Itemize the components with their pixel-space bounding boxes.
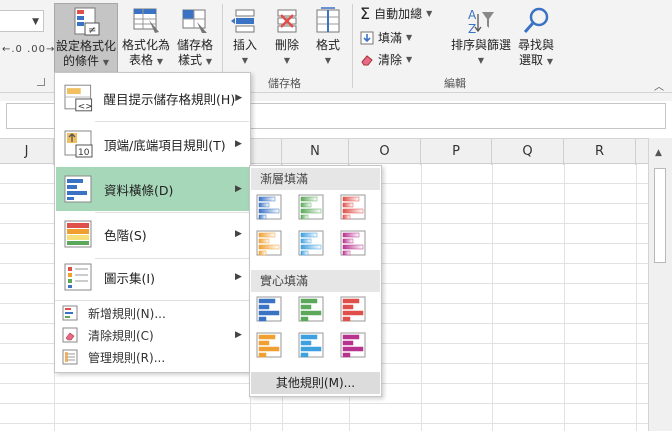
conditional-formatting-menu: <> 醒目提示儲存格規則(H) ▶ 10 頂端/底端項目規則(T) ▶ 資料橫條…	[54, 72, 251, 373]
chevron-down-icon: ▼	[426, 9, 433, 18]
conditional-formatting-button[interactable]: ≠ 設定格式化 的條件 ▼	[54, 3, 118, 73]
data-bars-submenu: 漸層填滿 實心填滿 其他規則(M)...	[249, 165, 382, 397]
solid-fill-header: 實心填滿	[251, 270, 380, 292]
column-header-q[interactable]: Q	[492, 139, 564, 165]
more-rules-button[interactable]: 其他規則(M)...	[251, 372, 380, 394]
data-bars-icon	[64, 175, 92, 203]
solid-orange-data-bar-icon[interactable]	[256, 332, 282, 358]
chevron-right-icon: ▶	[235, 139, 242, 149]
menu-item-manage-rules[interactable]: 管理規則(R)...	[56, 346, 249, 368]
gradient-orange-data-bar-icon[interactable]	[256, 230, 282, 256]
fill-down-icon	[360, 31, 374, 45]
insert-cells-button[interactable]: 插入 ▼	[226, 3, 264, 73]
top-bottom-rules-icon: 10	[64, 130, 93, 158]
manage-rules-icon	[62, 349, 78, 365]
svg-text:10: 10	[78, 148, 90, 158]
magnifier-icon	[523, 7, 549, 33]
format-cells-button[interactable]: 格式 ▼	[310, 3, 346, 73]
svg-text:<>: <>	[78, 102, 93, 112]
gradient-blue-data-bar-icon[interactable]	[256, 194, 282, 220]
group-separator	[352, 4, 353, 88]
fill-button[interactable]: 填滿 ▼	[360, 30, 412, 46]
sort-filter-button[interactable]: A Z 排序與篩選 ▼	[448, 3, 514, 73]
solid-red-data-bar-icon[interactable]	[340, 296, 366, 322]
svg-text:A: A	[468, 8, 477, 22]
column-header-o[interactable]: O	[349, 139, 421, 165]
solid-blue-data-bar-icon[interactable]	[256, 296, 282, 322]
format-as-table-button[interactable]: 格式化為 表格 ▼	[120, 3, 172, 73]
sigma-icon: Σ	[360, 4, 371, 23]
chevron-right-icon: ▶	[235, 272, 242, 282]
gradient-purple-data-bar-icon[interactable]	[340, 230, 366, 256]
menu-item-highlight-cells-rules[interactable]: <> 醒目提示儲存格規則(H) ▶	[56, 77, 249, 119]
conditional-formatting-icon: ≠	[74, 7, 100, 36]
editing-group-label: 編輯	[444, 77, 466, 90]
column-header-r[interactable]: R	[564, 139, 636, 165]
chevron-right-icon: ▶	[235, 93, 243, 103]
icon-sets-icon	[64, 263, 92, 291]
column-header-p[interactable]: P	[421, 139, 492, 165]
collapse-ribbon-icon[interactable]: ︿	[654, 78, 664, 93]
chevron-right-icon: ▶	[235, 229, 242, 239]
clear-button[interactable]: 清除 ▼	[360, 52, 412, 68]
column-header[interactable]	[250, 139, 282, 165]
number-format-dropdown[interactable]: ▼	[0, 10, 44, 32]
cell-styles-icon	[182, 9, 207, 33]
solid-purple-data-bar-icon[interactable]	[340, 332, 366, 358]
gradient-green-data-bar-icon[interactable]	[298, 194, 324, 220]
menu-item-color-scales[interactable]: 色階(S) ▶	[56, 213, 249, 255]
gradient-fill-header: 漸層填滿	[251, 168, 380, 190]
solid-green-data-bar-icon[interactable]	[298, 296, 324, 322]
svg-text:≠: ≠	[88, 25, 96, 36]
column-header-n[interactable]: N	[282, 139, 349, 165]
autosum-button[interactable]: Σ 自動加總 ▼	[360, 6, 432, 22]
format-as-table-icon	[133, 8, 159, 33]
gradient-red-data-bar-icon[interactable]	[340, 194, 366, 220]
menu-item-icon-sets[interactable]: 圖示集(I) ▶	[56, 256, 249, 298]
decimal-buttons[interactable]: ←.0 .00→	[2, 44, 55, 55]
find-select-button[interactable]: 尋找與 選取 ▼	[516, 3, 556, 73]
cells-group-label: 儲存格	[268, 77, 301, 90]
eraser-icon	[361, 55, 373, 66]
cell-styles-button[interactable]: 儲存格 樣式 ▼	[172, 3, 218, 73]
chevron-down-icon: ▼	[406, 55, 413, 64]
chevron-down-icon: ▼	[406, 33, 413, 42]
vertical-scrollbar[interactable]: ▲	[648, 138, 672, 431]
menu-item-new-rule[interactable]: 新增規則(N)...	[56, 302, 249, 324]
chevron-right-icon: ▶	[235, 184, 242, 194]
color-scales-icon	[64, 220, 92, 248]
menu-item-clear-rules[interactable]: 清除規則(C) ▶	[56, 324, 249, 346]
menu-item-data-bars[interactable]: 資料橫條(D) ▶	[56, 167, 249, 211]
svg-text:Z: Z	[468, 22, 476, 36]
sort-filter-icon: A Z	[468, 8, 494, 36]
format-cells-icon	[316, 7, 340, 33]
chevron-down-icon: ▼	[32, 17, 39, 27]
number-group-launcher-icon[interactable]	[37, 78, 45, 86]
column-header-j[interactable]: J	[0, 139, 54, 165]
delete-cells-icon	[277, 9, 297, 33]
highlight-cells-icon: <>	[64, 84, 93, 112]
new-rule-icon	[62, 305, 78, 321]
insert-cells-icon	[231, 9, 255, 33]
delete-cells-button[interactable]: 刪除 ▼	[268, 3, 306, 73]
gradient-light-blue-data-bar-icon[interactable]	[298, 230, 324, 256]
chevron-right-icon: ▶	[235, 330, 242, 340]
scroll-up-icon[interactable]: ▲	[655, 148, 662, 158]
solid-light-blue-data-bar-icon[interactable]	[298, 332, 324, 358]
scroll-thumb[interactable]	[654, 168, 666, 263]
clear-rules-icon	[62, 327, 78, 343]
menu-item-top-bottom-rules[interactable]: 10 頂端/底端項目規則(T) ▶	[56, 123, 249, 165]
